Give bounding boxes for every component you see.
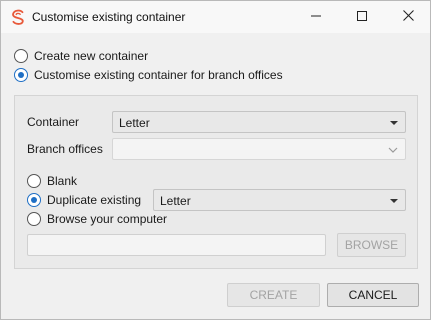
radio-duplicate-existing[interactable]: Duplicate existing <box>27 193 141 207</box>
radio-create-new-container[interactable]: Create new container <box>14 49 148 63</box>
branch-offices-dropdown[interactable] <box>112 138 406 160</box>
window-title: Customise existing container <box>32 10 186 24</box>
close-icon <box>402 10 414 24</box>
app-logo-icon <box>10 9 26 25</box>
radio-customise-existing-container[interactable]: Customise existing container for branch … <box>14 68 283 82</box>
radio-indicator <box>27 174 41 188</box>
radio-indicator <box>27 193 41 207</box>
radio-indicator <box>27 212 41 226</box>
radio-label: Customise existing container for branch … <box>34 68 283 82</box>
browse-button[interactable]: BROWSE <box>337 233 406 257</box>
dialog-window: Customise existing container Create new … <box>0 0 431 320</box>
branch-offices-label: Branch offices <box>27 142 103 156</box>
duplicate-source-dropdown[interactable]: Letter <box>153 189 406 211</box>
dropdown-arrow-icon <box>390 199 398 203</box>
maximize-icon <box>357 10 367 24</box>
dropdown-arrow-icon <box>390 121 398 125</box>
radio-label: Browse your computer <box>47 212 168 226</box>
container-dropdown[interactable]: Letter <box>112 111 406 133</box>
create-button[interactable]: CREATE <box>227 283 320 307</box>
title-bar[interactable]: Customise existing container <box>1 1 430 33</box>
radio-browse-your-computer[interactable]: Browse your computer <box>27 212 167 226</box>
minimize-icon <box>311 10 321 24</box>
chevron-down-icon <box>388 144 398 158</box>
container-value: Letter <box>119 116 150 130</box>
radio-indicator <box>14 68 28 82</box>
maximize-button[interactable] <box>339 1 385 33</box>
container-settings-group: Container Letter Branch offices Blank Du… <box>14 95 418 269</box>
close-button[interactable] <box>385 1 431 33</box>
minimize-button[interactable] <box>293 1 339 33</box>
container-label: Container <box>27 115 80 129</box>
radio-label: Create new container <box>34 49 149 63</box>
file-path-input[interactable] <box>27 234 326 256</box>
duplicate-source-value: Letter <box>160 194 191 208</box>
radio-label: Blank <box>47 174 78 188</box>
radio-blank[interactable]: Blank <box>27 174 77 188</box>
radio-label: Duplicate existing <box>47 193 142 207</box>
cancel-button[interactable]: CANCEL <box>327 283 419 307</box>
radio-indicator <box>14 49 28 63</box>
